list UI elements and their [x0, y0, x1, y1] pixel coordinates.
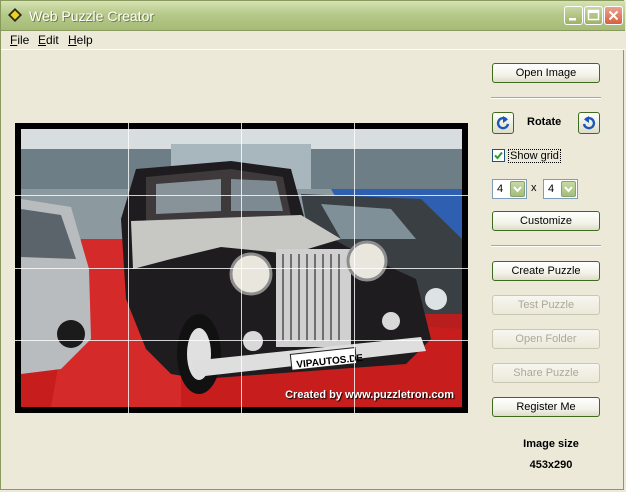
close-button[interactable] — [604, 6, 623, 25]
rows-value: 4 — [497, 183, 504, 195]
main-window: Web Puzzle Creator File Edit Help VIPAUT… — [0, 0, 625, 490]
window-title: Web Puzzle Creator — [29, 8, 155, 24]
open-image-button[interactable]: Open Image — [492, 63, 600, 83]
chevron-down-icon — [513, 186, 522, 193]
grid-line — [15, 268, 468, 269]
rotate-label: Rotate — [527, 116, 562, 128]
test-puzzle-button[interactable]: Test Puzzle — [492, 295, 600, 315]
app-diamond-icon — [8, 8, 22, 22]
image-size-value: 453x290 — [529, 459, 573, 471]
menu-bar: File Edit Help — [1, 31, 625, 50]
rows-dropdown-button[interactable] — [510, 181, 525, 197]
share-puzzle-button[interactable]: Share Puzzle — [492, 363, 600, 383]
customize-button[interactable]: Customize — [492, 211, 600, 231]
menu-edit[interactable]: Edit — [38, 33, 59, 47]
cols-value: 4 — [548, 183, 555, 195]
chevron-down-icon — [564, 186, 573, 193]
title-bar[interactable]: Web Puzzle Creator — [1, 1, 625, 31]
image-size-label: Image size — [523, 438, 579, 450]
rotate-left-icon — [496, 116, 510, 130]
open-folder-button[interactable]: Open Folder — [492, 329, 600, 349]
minimize-button[interactable] — [564, 6, 583, 25]
separator — [491, 245, 601, 247]
close-icon — [608, 10, 619, 21]
image-preview[interactable]: VIPAUTOS.DE Created by www.puzzletron.co… — [15, 123, 468, 413]
separator — [491, 97, 601, 99]
rows-spinner[interactable]: 4 — [492, 179, 527, 199]
menu-file[interactable]: File — [10, 33, 29, 47]
grid-line — [15, 195, 468, 196]
create-puzzle-button[interactable]: Create Puzzle — [492, 261, 600, 281]
rotate-left-button[interactable] — [492, 112, 514, 134]
cols-dropdown-button[interactable] — [561, 181, 576, 197]
rotate-right-button[interactable] — [578, 112, 600, 134]
minimize-icon — [569, 18, 576, 21]
maximize-button[interactable] — [584, 6, 603, 25]
menu-help[interactable]: Help — [68, 33, 93, 47]
watermark-text: Created by www.puzzletron.com — [285, 389, 454, 401]
checkmark-icon — [494, 151, 503, 160]
rotate-right-icon — [582, 116, 596, 130]
show-grid-checkbox[interactable] — [492, 149, 505, 162]
cols-spinner[interactable]: 4 — [543, 179, 578, 199]
maximize-icon — [587, 9, 600, 21]
grid-line — [15, 340, 468, 341]
register-me-button[interactable]: Register Me — [492, 397, 600, 417]
show-grid-label[interactable]: Show grid — [508, 149, 561, 163]
grid-times-label: x — [531, 182, 537, 194]
